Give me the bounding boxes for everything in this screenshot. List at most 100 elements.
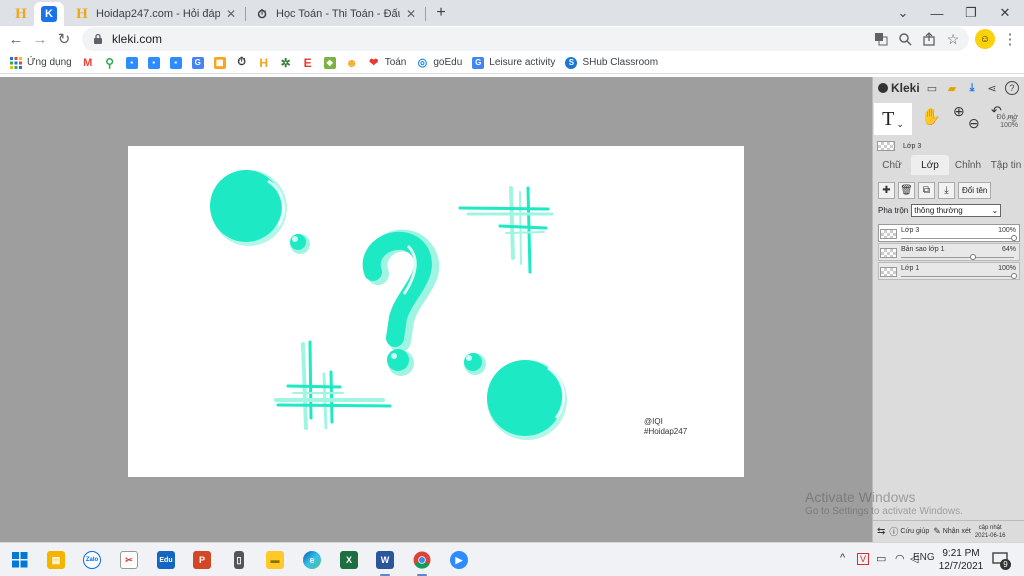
chrome-icon — [413, 551, 431, 569]
restore-icon[interactable]: ❐ — [954, 0, 988, 26]
taskbar-snipping[interactable]: ✂ — [117, 548, 141, 572]
panel-tabs: Chữ Lớp Chỉnh Tập tin — [873, 155, 1024, 175]
bookmark-translate[interactable]: G — [191, 56, 204, 69]
tab-file[interactable]: Tập tin — [987, 155, 1024, 175]
download-icon[interactable]: ⤓ — [965, 81, 979, 95]
bookmark-e[interactable]: E — [302, 56, 314, 70]
feedback-link[interactable]: ✎ Nhận xét — [933, 526, 971, 537]
snipping-icon: ✂ — [120, 551, 138, 569]
battery-icon[interactable]: ▭ — [876, 552, 886, 565]
powerpoint-icon: P — [193, 551, 211, 569]
forward-arrow-icon[interactable]: → — [28, 26, 52, 52]
taskbar-edge[interactable]: e — [300, 548, 324, 572]
taskbar-clock[interactable]: 9:21 PM 12/7/2021 — [936, 547, 986, 573]
bookmark-zoom-2[interactable]: ▪ — [147, 56, 160, 69]
update-info[interactable]: cập nhật 2021-06-16 — [975, 524, 1006, 540]
taskbar-word[interactable]: W — [373, 548, 397, 576]
hand-tool-icon[interactable]: ✋ — [921, 107, 941, 127]
taskbar-explorer[interactable]: ▬ — [263, 548, 287, 572]
tray-chevron-up-icon[interactable]: ^ — [840, 552, 845, 564]
close-icon[interactable]: ✕ — [226, 7, 236, 21]
delete-layer-icon[interactable]: 🗑 — [898, 181, 915, 199]
layer-opacity-slider[interactable] — [901, 254, 1014, 260]
address-bar[interactable]: kleki.com — [82, 27, 969, 51]
share-icon[interactable] — [921, 31, 937, 47]
reload-icon[interactable]: ↻ — [52, 26, 76, 52]
bookmark-leisure[interactable]: G Leisure activity — [472, 56, 555, 69]
tab-hoc-toan[interactable]: ⏱ Học Toán - Thi Toán - Đấu trường ✕ — [246, 2, 424, 26]
start-button[interactable] — [8, 548, 32, 572]
taskbar-powerpoint[interactable]: P — [190, 548, 214, 572]
bookmark-label: SHub Classroom — [582, 57, 659, 68]
taskbar-phone[interactable]: ▯ — [227, 548, 251, 572]
window-close-icon[interactable]: ✕ — [988, 0, 1022, 26]
bookmark-green[interactable]: ◆ — [323, 56, 336, 69]
layer-item[interactable]: Lớp 3 100% — [878, 224, 1020, 242]
notification-center-icon[interactable]: 9 — [992, 551, 1011, 570]
share-icon[interactable]: ⋖ — [985, 81, 999, 95]
duplicate-layer-icon[interactable]: ⧉ — [918, 181, 935, 199]
menu-dots-icon[interactable]: ⋮ — [998, 26, 1022, 52]
taskbar-chrome[interactable] — [410, 548, 434, 576]
kleki-logo[interactable]: Kleki — [878, 81, 920, 95]
slider-knob[interactable] — [1011, 273, 1017, 279]
tab-hoidap247[interactable]: H Hoidap247.com - Hỏi đáp bài tập ✕ — [66, 2, 244, 26]
canvas-workspace[interactable]: ? @IQI #Hoidap247 — [0, 77, 872, 542]
new-tab-button[interactable]: + — [424, 0, 458, 26]
bookmark-gmail[interactable]: M — [81, 56, 94, 69]
bookmark-calendar[interactable]: ▦ — [213, 56, 226, 69]
bookmark-maps[interactable]: ⚲ — [104, 56, 116, 70]
layer-opacity-slider[interactable] — [901, 273, 1017, 279]
pinned-tab-hoidap[interactable]: H — [6, 2, 36, 26]
tab-search-icon[interactable]: ⌄ — [886, 0, 920, 26]
new-image-icon[interactable]: ▭ — [925, 81, 939, 95]
bookmark-apps[interactable]: Ứng dụng — [10, 56, 72, 69]
slider-knob[interactable] — [1011, 235, 1017, 241]
rename-layer-button[interactable]: Đổi tên — [958, 181, 992, 199]
bookmark-shub[interactable]: S SHub Classroom — [565, 56, 659, 69]
pinned-tab-kleki[interactable]: K — [34, 2, 64, 26]
drawing-canvas[interactable]: ? @IQI #Hoidap247 — [128, 146, 744, 477]
taskbar-edu[interactable]: Edu — [154, 548, 178, 572]
tab-adjust[interactable]: Chỉnh — [949, 155, 987, 175]
zoom-out-icon[interactable]: ⊖ — [968, 115, 980, 132]
layer-item[interactable]: Lớp 1 100% — [878, 262, 1020, 280]
import-icon[interactable]: ▰ — [945, 81, 959, 95]
layer-opacity-slider[interactable] — [901, 235, 1017, 241]
add-layer-icon[interactable]: ✚ — [878, 181, 895, 199]
slider-knob[interactable] — [970, 254, 977, 260]
unikey-icon[interactable]: V — [857, 553, 869, 565]
help-link[interactable]: ⓘ Cứu giúp — [889, 525, 929, 538]
bookmark-smiley[interactable]: ☻ — [345, 56, 358, 70]
layer-item[interactable]: Bản sao lớp 1 64% — [878, 243, 1020, 261]
close-icon[interactable]: ✕ — [406, 7, 416, 21]
taskbar-zalo[interactable]: Zalo — [80, 548, 104, 572]
bookmark-zoom-3[interactable]: ▪ — [169, 56, 182, 69]
help-icon[interactable]: ? — [1005, 81, 1019, 95]
tab-text[interactable]: Chữ — [873, 155, 911, 175]
minimize-icon[interactable]: — — [920, 0, 954, 26]
taskbar-files[interactable]: ▤ — [44, 548, 68, 572]
bookmark-toan[interactable]: ❤ Toán — [368, 57, 406, 69]
tab-layers[interactable]: Lớp — [911, 155, 949, 175]
profile-avatar[interactable]: ☺ — [975, 29, 995, 49]
text-tool-button[interactable]: T ⌄ — [874, 103, 912, 135]
merge-down-icon[interactable]: ⤓ — [938, 181, 955, 199]
zoom-in-icon[interactable]: ⊕ — [953, 103, 965, 120]
canvas-watermark: @IQI #Hoidap247 — [644, 417, 687, 437]
bookmark-goedu[interactable]: ◎ goEdu — [416, 57, 463, 69]
wifi-icon[interactable]: ◠ — [895, 552, 905, 565]
language-indicator[interactable]: ENG — [913, 552, 935, 563]
bookmark-tree[interactable]: ✲ — [280, 56, 292, 70]
swap-sides-icon[interactable]: ⇆ — [877, 526, 885, 537]
taskbar-excel[interactable]: X — [337, 548, 361, 572]
zoom-icon[interactable] — [897, 31, 913, 47]
bookmark-hoidap[interactable]: H — [258, 56, 270, 70]
blend-mode-select[interactable]: thông thường ⌄ — [911, 204, 1002, 217]
bookmark-star-icon[interactable]: ☆ — [945, 31, 961, 47]
bookmark-zoom-1[interactable]: ▪ — [125, 56, 138, 69]
taskbar-zoom[interactable]: ▶ — [447, 548, 471, 572]
bookmark-timer[interactable]: ⏱ — [236, 56, 248, 69]
translate-icon[interactable] — [873, 31, 889, 47]
back-arrow-icon[interactable]: ← — [4, 26, 28, 52]
